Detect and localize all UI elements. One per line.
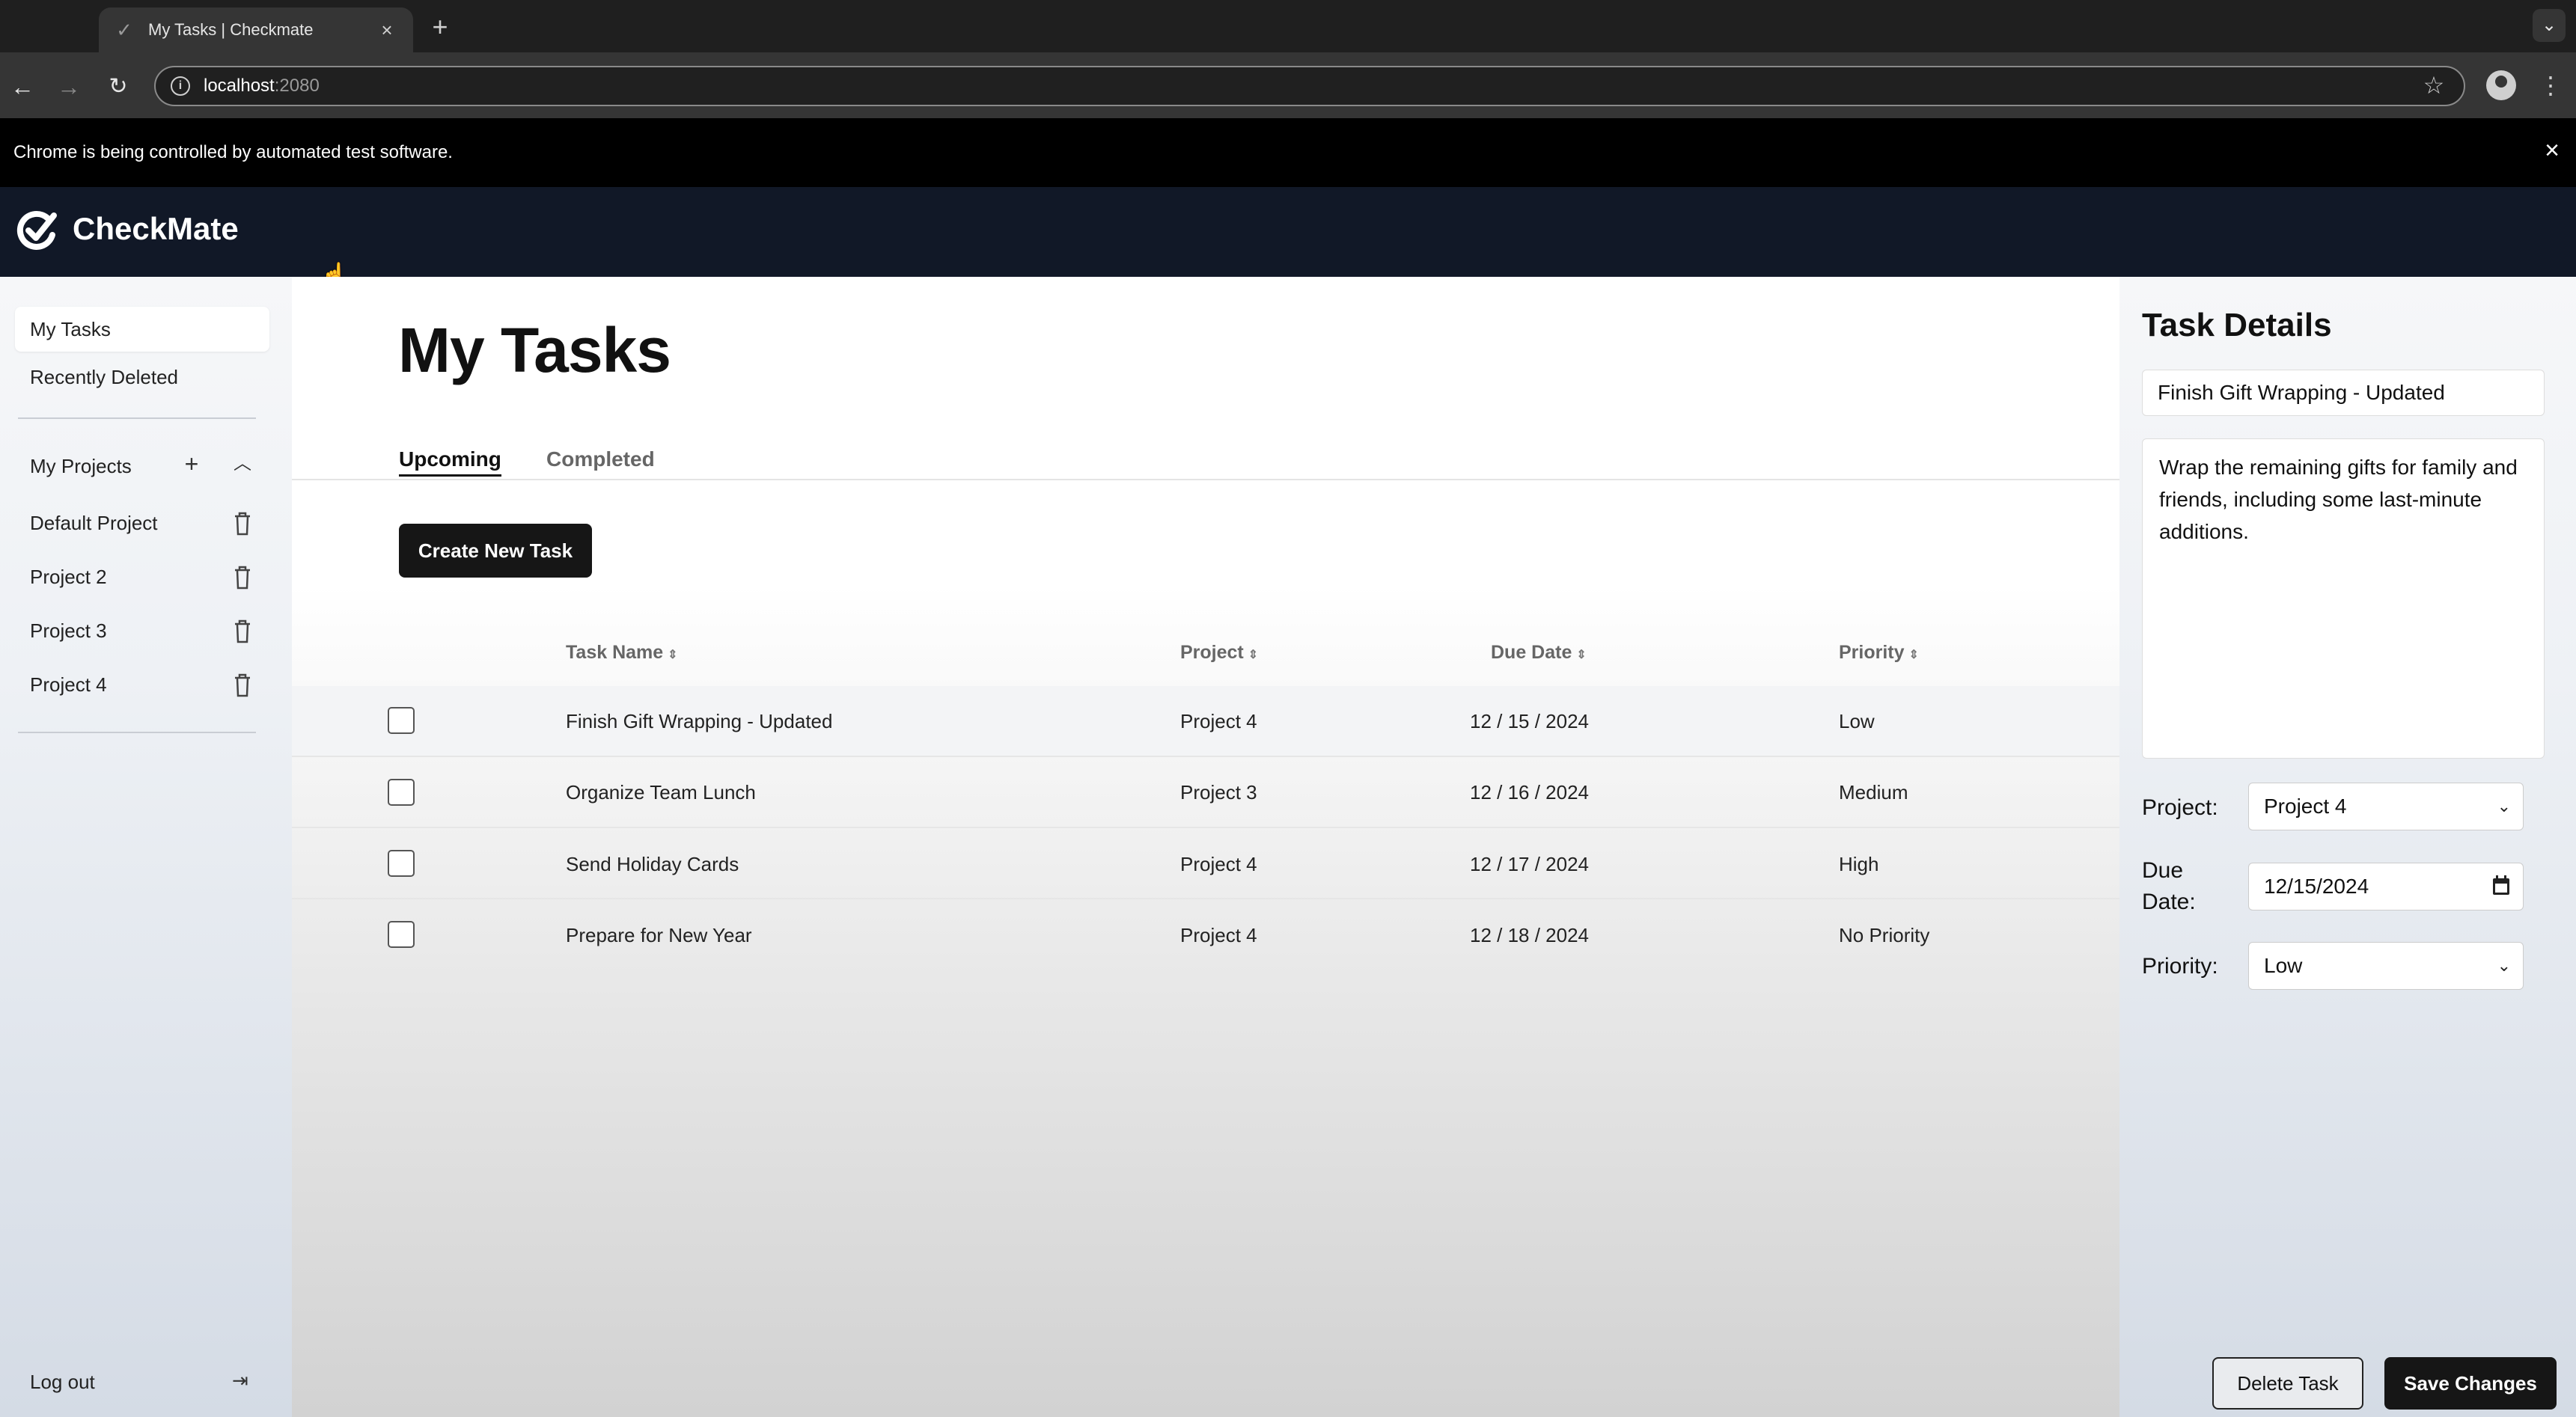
column-header-label: Project (1180, 642, 1244, 663)
sort-icon: ⇕ (1908, 649, 1919, 661)
column-header-priority[interactable]: Priority ⇕ (1839, 642, 1919, 664)
task-due-cell: 12 / 18 / 2024 (1470, 924, 1590, 946)
back-arrow-icon[interactable]: ← (6, 70, 39, 103)
priority-field-label: Priority: (2142, 954, 2218, 979)
task-description-textarea[interactable]: Wrap the remaining gifts for family and … (2142, 438, 2545, 759)
column-header-label: Priority (1839, 642, 1905, 663)
sidebar-project-4[interactable]: Project 4 (30, 673, 107, 697)
automation-notice-text: Chrome is being controlled by automated … (13, 142, 453, 162)
profile-avatar-icon[interactable] (2486, 70, 2516, 100)
collapse-projects-chevron-icon[interactable]: ︿ (231, 452, 254, 476)
url-host: localhost (204, 76, 275, 96)
column-header-label: Due Date (1491, 642, 1572, 663)
browser-tab-strip: ✓ My Tasks | Checkmate × + ⌄ (0, 0, 2576, 52)
column-header-due-date[interactable]: Due Date ⇕ (1491, 642, 1587, 664)
trash-icon[interactable] (231, 672, 254, 699)
due-date-field-label-line2: Date: (2142, 890, 2196, 914)
create-new-task-button[interactable]: Create New Task (399, 524, 592, 578)
app-brand-name: CheckMate (73, 211, 239, 246)
task-details-heading: Task Details (2142, 307, 2332, 343)
sidebar-project-2[interactable]: Project 2 (30, 566, 107, 589)
column-header-label: Task Name (566, 642, 664, 663)
task-checkbox[interactable] (388, 921, 415, 948)
task-due-cell: 12 / 16 / 2024 (1470, 781, 1590, 804)
priority-select-value: Low (2264, 954, 2303, 977)
sidebar-project-default[interactable]: Default Project (30, 512, 158, 535)
task-project-cell: Project 3 (1180, 781, 1257, 804)
chevron-down-icon: ⌄ (2497, 797, 2511, 815)
sort-icon: ⇕ (1576, 649, 1587, 661)
page-title: My Tasks (398, 315, 671, 385)
browser-tab[interactable]: ✓ My Tasks | Checkmate × (99, 7, 413, 52)
task-title-input[interactable]: Finish Gift Wrapping - Updated (2142, 370, 2545, 416)
trash-icon[interactable] (231, 564, 254, 591)
chevron-down-icon: ⌄ (2497, 956, 2511, 975)
due-date-value: 12/15/2024 (2264, 875, 2369, 898)
sort-icon: ⇕ (1248, 649, 1259, 661)
close-infobar-icon[interactable]: × (2545, 136, 2560, 165)
task-due-cell: 12 / 17 / 2024 (1470, 853, 1590, 875)
task-name-cell: Prepare for New Year (566, 924, 752, 946)
logout-link[interactable]: Log out (30, 1371, 95, 1394)
due-date-input[interactable]: 12/15/2024 (2248, 863, 2524, 911)
browser-menu-icon[interactable]: ⋮ (2539, 70, 2563, 100)
project-select[interactable]: Project 4 ⌄ (2248, 783, 2524, 830)
sidebar-divider (18, 732, 256, 733)
add-project-plus-icon[interactable]: + (180, 452, 204, 476)
task-priority-cell: No Priority (1839, 924, 1930, 946)
tab-search-chevron-icon[interactable]: ⌄ (2533, 9, 2566, 42)
task-name-cell: Organize Team Lunch (566, 781, 756, 804)
trash-icon[interactable] (231, 510, 254, 537)
app-header (0, 187, 2576, 277)
tab-upcoming[interactable]: Upcoming (399, 447, 501, 477)
column-header-project[interactable]: Project ⇕ (1180, 642, 1258, 664)
browser-tab-title: My Tasks | Checkmate (148, 20, 314, 39)
url-port: :2080 (274, 76, 320, 96)
priority-select[interactable]: Low ⌄ (2248, 942, 2524, 990)
task-name-cell: Finish Gift Wrapping - Updated (566, 710, 833, 732)
checkmate-favicon-icon: ✓ (116, 19, 132, 41)
due-date-field-label-line1: Due (2142, 858, 2184, 883)
tab-completed[interactable]: Completed (546, 447, 655, 471)
sidebar-project-3[interactable]: Project 3 (30, 619, 107, 643)
sidebar-item-recently-deleted[interactable]: Recently Deleted (15, 355, 269, 400)
task-priority-cell: Medium (1839, 781, 1908, 804)
task-checkbox[interactable] (388, 779, 415, 806)
reload-icon[interactable]: ↻ (102, 70, 135, 103)
delete-task-button[interactable]: Delete Task (2212, 1357, 2363, 1410)
sidebar-divider (18, 417, 256, 419)
task-project-cell: Project 4 (1180, 853, 1257, 875)
project-field-label: Project: (2142, 795, 2218, 820)
trash-icon[interactable] (231, 618, 254, 645)
save-changes-button[interactable]: Save Changes (2384, 1357, 2557, 1410)
automation-infobar: Chrome is being controlled by automated … (0, 118, 2576, 187)
projects-heading: My Projects (30, 455, 132, 477)
address-bar[interactable]: i localhost:2080 (154, 66, 2465, 106)
calendar-icon[interactable] (2491, 875, 2511, 897)
column-header-task-name[interactable]: Task Name ⇕ (566, 642, 678, 664)
task-due-cell: 12 / 15 / 2024 (1470, 710, 1590, 732)
task-name-cell: Send Holiday Cards (566, 853, 739, 875)
logout-arrow-icon[interactable]: ⇥ (232, 1369, 248, 1392)
task-checkbox[interactable] (388, 850, 415, 877)
checkmate-logo-icon (16, 211, 57, 250)
site-info-icon[interactable]: i (171, 76, 190, 96)
task-project-cell: Project 4 (1180, 710, 1257, 732)
bookmark-star-icon[interactable]: ☆ (2419, 70, 2449, 100)
close-tab-icon[interactable]: × (376, 19, 398, 42)
tabs-divider (292, 479, 2119, 480)
sidebar (0, 277, 292, 1417)
task-priority-cell: High (1839, 853, 1879, 875)
task-project-cell: Project 4 (1180, 924, 1257, 946)
sidebar-item-my-tasks[interactable]: My Tasks (15, 307, 269, 352)
task-checkbox[interactable] (388, 707, 415, 734)
new-tab-icon[interactable]: + (424, 10, 457, 43)
task-priority-cell: Low (1839, 710, 1875, 732)
forward-arrow-icon[interactable]: → (52, 70, 85, 103)
project-select-value: Project 4 (2264, 795, 2347, 818)
sort-icon: ⇕ (668, 649, 678, 661)
